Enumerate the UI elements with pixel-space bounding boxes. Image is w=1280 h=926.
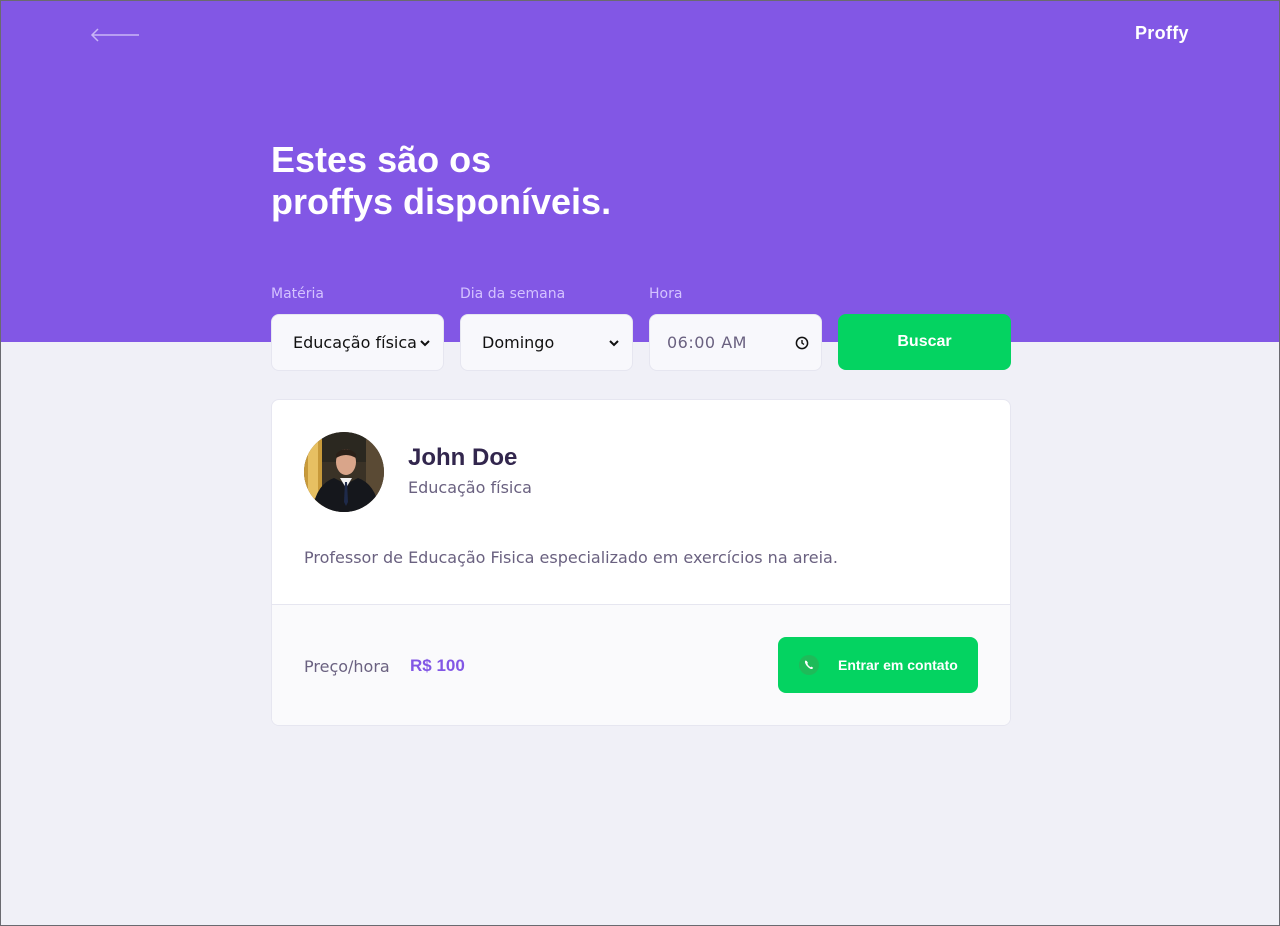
teacher-subject: Educação física bbox=[408, 478, 532, 497]
time-label: Hora bbox=[649, 286, 683, 302]
whatsapp-icon bbox=[799, 655, 819, 675]
contact-button-label: Entrar em contato bbox=[838, 657, 958, 673]
card-footer: Preço/hora R$ 100 Entrar em contato bbox=[272, 604, 1010, 725]
subject-label: Matéria bbox=[271, 286, 324, 302]
weekday-select[interactable]: Domingo bbox=[460, 314, 633, 371]
time-input[interactable]: 06:00 AM bbox=[649, 314, 822, 371]
teacher-card: John Doe Educação física Professor de Ed… bbox=[271, 399, 1011, 726]
contact-button[interactable]: Entrar em contato bbox=[778, 637, 978, 693]
page: Proffy Estes são os proffys disponíveis.… bbox=[0, 0, 1280, 926]
price-label: Preço/hora bbox=[304, 657, 390, 676]
chevron-down-icon bbox=[420, 339, 430, 346]
weekday-label: Dia da semana bbox=[460, 286, 566, 302]
page-header: Proffy Estes são os proffys disponíveis. bbox=[1, 1, 1279, 342]
subject-select-value: Educação física bbox=[293, 333, 417, 352]
page-title: Estes são os proffys disponíveis. bbox=[271, 139, 611, 223]
logo: Proffy bbox=[1135, 23, 1189, 43]
title-line-2: proffys disponíveis. bbox=[271, 181, 612, 222]
time-input-value: 06:00 AM bbox=[667, 333, 747, 352]
subject-select[interactable]: Educação física bbox=[271, 314, 444, 371]
teacher-name: John Doe bbox=[408, 444, 518, 471]
avatar bbox=[304, 432, 384, 512]
chevron-down-icon bbox=[609, 339, 619, 346]
teacher-bio: Professor de Educação Fisica especializa… bbox=[304, 548, 838, 567]
arrow-left-icon bbox=[90, 28, 139, 42]
back-link[interactable] bbox=[89, 25, 141, 45]
title-line-1: Estes são os bbox=[271, 139, 492, 180]
price-value: R$ 100 bbox=[410, 656, 465, 675]
weekday-select-value: Domingo bbox=[482, 333, 555, 352]
avatar-photo bbox=[304, 432, 384, 512]
clock-icon[interactable] bbox=[795, 336, 809, 350]
search-button[interactable]: Buscar bbox=[838, 314, 1011, 370]
